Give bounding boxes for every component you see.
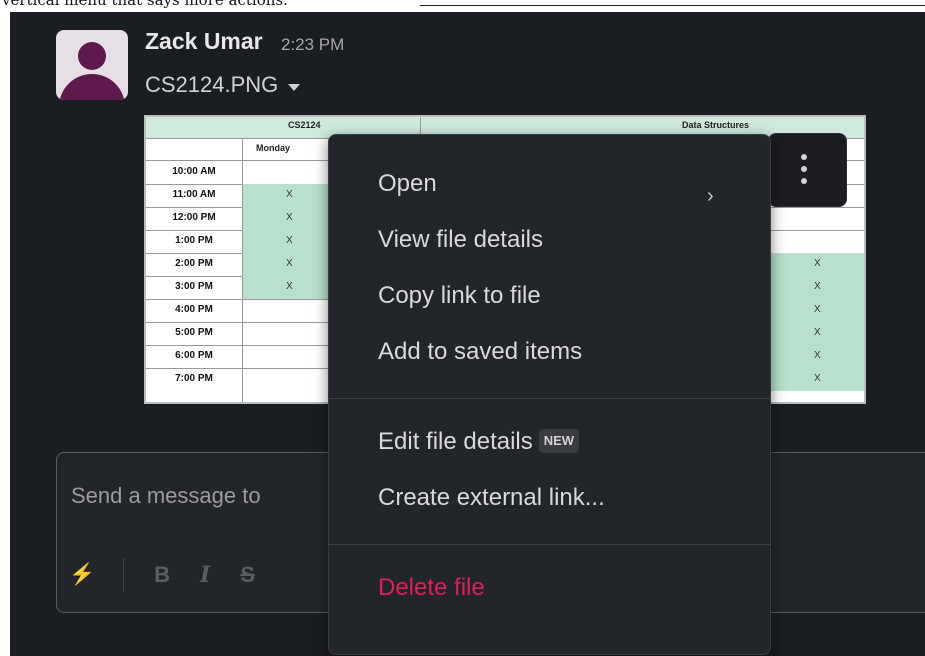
sheet-time-cell: 3:00 PM xyxy=(175,281,213,292)
italic-button[interactable]: I xyxy=(200,562,210,588)
more-actions-icon[interactable] xyxy=(801,154,807,184)
menu-view-file-details[interactable]: View file details xyxy=(378,226,543,254)
shortcuts-lightning-icon[interactable]: ⚡ xyxy=(69,563,95,587)
avatar-head xyxy=(78,42,106,70)
sheet-time-cell: 5:00 PM xyxy=(175,327,213,338)
sheet-time-cell: 2:00 PM xyxy=(175,258,213,269)
sheet-x-mark: X xyxy=(814,281,821,292)
top-caption: vertical menu that says more actions. xyxy=(2,0,288,9)
menu-separator xyxy=(329,398,770,399)
caption-underline xyxy=(420,5,925,6)
menu-open[interactable]: Open xyxy=(378,170,437,198)
sheet-x-mark: X xyxy=(286,281,293,292)
sheet-x-mark: X xyxy=(286,258,293,269)
sheet-x-mark: X xyxy=(814,373,821,384)
file-name-toggle[interactable]: CS2124.PNG xyxy=(145,72,301,98)
bold-button[interactable]: B xyxy=(154,562,170,588)
sender-name[interactable]: Zack Umar xyxy=(145,28,263,55)
composer-toolbar: ⚡ B I S xyxy=(69,558,285,592)
sheet-time-cell: 7:00 PM xyxy=(175,373,213,384)
menu-copy-link[interactable]: Copy link to file xyxy=(378,282,541,310)
sheet-header-course: CS2124 xyxy=(288,120,321,130)
more-actions-bar xyxy=(768,133,847,207)
file-name: CS2124.PNG xyxy=(145,72,279,97)
avatar[interactable] xyxy=(56,30,128,100)
menu-separator xyxy=(329,544,770,545)
chevron-down-icon xyxy=(288,83,301,91)
toolbar-divider xyxy=(123,558,125,592)
new-badge: NEW xyxy=(538,428,580,453)
message-timestamp[interactable]: 2:23 PM xyxy=(281,35,344,55)
strikethrough-button[interactable]: S xyxy=(240,562,255,588)
sheet-day: Monday xyxy=(256,143,291,153)
file-actions-menu: Open › View file details Copy link to fi… xyxy=(328,134,771,655)
sheet-x-mark: X xyxy=(814,327,821,338)
sheet-x-mark: X xyxy=(814,258,821,269)
sheet-x-mark: X xyxy=(286,189,293,200)
chevron-right-icon: › xyxy=(707,185,714,207)
sheet-time-cell: 12:00 PM xyxy=(172,212,216,223)
menu-create-external-link[interactable]: Create external link... xyxy=(378,484,605,512)
chat-pane: Zack Umar 2:23 PM CS2124.PNG CS2124 Data… xyxy=(10,12,925,656)
menu-add-saved[interactable]: Add to saved items xyxy=(378,338,582,366)
sheet-x-mark: X xyxy=(814,304,821,315)
menu-delete-file[interactable]: Delete file xyxy=(378,574,485,602)
top-caption-strip: vertical menu that says more actions. xyxy=(0,0,925,12)
sheet-time-cell: 1:00 PM xyxy=(175,235,213,246)
sheet-x-mark: X xyxy=(286,235,293,246)
sheet-header-subject: Data Structures xyxy=(682,120,750,130)
sheet-x-mark: X xyxy=(814,350,821,361)
menu-edit-label: Edit file details xyxy=(378,428,533,455)
sheet-time-cell: 10:00 AM xyxy=(172,166,216,177)
sheet-time-cell: 4:00 PM xyxy=(175,304,213,315)
avatar-body xyxy=(59,74,125,100)
composer-placeholder[interactable]: Send a message to xyxy=(71,483,261,509)
sheet-x-mark: X xyxy=(286,212,293,223)
sheet-time-cell: 11:00 AM xyxy=(172,189,216,200)
sheet-time-cell: 6:00 PM xyxy=(175,350,213,361)
menu-edit-file-details[interactable]: Edit file details NEW xyxy=(378,428,580,456)
